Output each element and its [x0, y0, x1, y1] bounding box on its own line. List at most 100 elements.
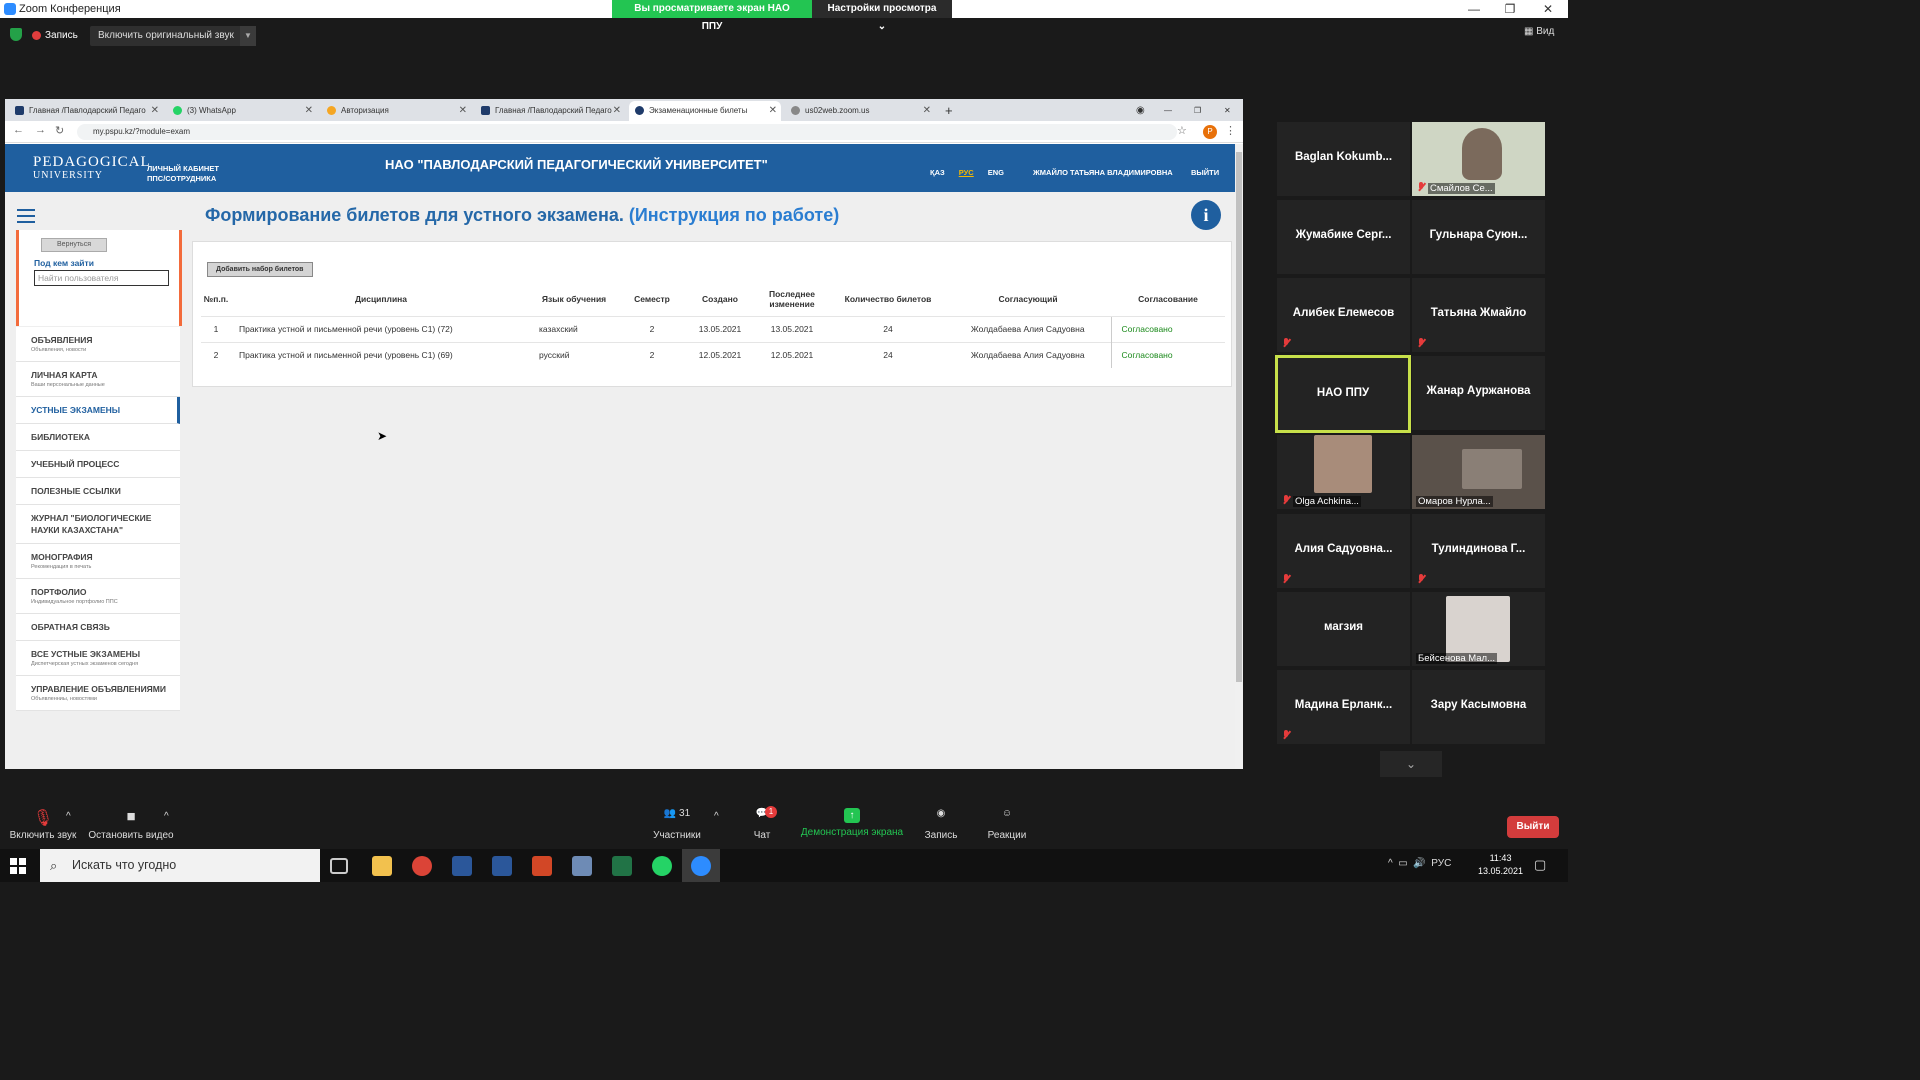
participants-button[interactable]: 👥 31 Участники	[648, 808, 706, 841]
reload-icon[interactable]: ↻	[55, 124, 64, 137]
taskbar-search-input[interactable]: ⌕ Искать что угодно	[40, 849, 320, 882]
audio-options-caret[interactable]: ^	[66, 811, 71, 822]
sidebar-item-journal[interactable]: ЖУРНАЛ "БИОЛОГИЧЕСКИЕ НАУКИ КАЗАХСТАНА"	[16, 505, 180, 544]
participant-tile-video[interactable]: Омаров Нурла...	[1412, 435, 1545, 509]
participant-tile[interactable]: Зару Касымовна	[1412, 670, 1545, 744]
hamburger-menu-icon[interactable]	[17, 209, 35, 223]
powerpoint-icon[interactable]	[532, 856, 552, 876]
tab-close-icon[interactable]: ✕	[613, 101, 621, 121]
table-row[interactable]: 1 Практика устной и письменной речи (уро…	[201, 315, 1225, 342]
participant-tile-video[interactable]: Смайлов Се...	[1412, 122, 1545, 196]
participant-tile-video[interactable]: Olga Achkina...	[1277, 435, 1410, 509]
original-sound-dropdown-icon[interactable]: ▼	[240, 26, 256, 46]
lang-kaz[interactable]: ҚАЗ	[930, 168, 945, 177]
tab-close-icon[interactable]: ✕	[305, 101, 313, 121]
app-icon[interactable]	[452, 856, 472, 876]
tab-search-icon[interactable]: ◉	[1133, 101, 1151, 121]
sidebar-item-portfolio[interactable]: ПОРТФОЛИО Индивидуальное портфолио ППС	[16, 579, 180, 614]
minimize-icon[interactable]: —	[1460, 0, 1488, 18]
logout-link[interactable]: ВЫЙТИ	[1191, 168, 1219, 177]
back-button[interactable]: Вернуться	[41, 238, 107, 252]
view-settings-button[interactable]: Настройки просмотра ⌄	[812, 0, 952, 32]
reactions-button[interactable]: ☺ Реакции	[984, 808, 1030, 841]
browser-tab[interactable]: Авторизация ✕	[321, 101, 471, 121]
tab-close-icon[interactable]: ✕	[923, 101, 931, 121]
tab-close-icon[interactable]: ✕	[459, 101, 467, 121]
windows-start-icon[interactable]	[10, 858, 26, 874]
sidebar-item-announcements[interactable]: ОБЪЯВЛЕНИЯ Объявления, новости	[16, 327, 180, 362]
volume-icon[interactable]: 🔊	[1413, 858, 1425, 869]
sidebar-item-feedback[interactable]: ОБРАТНАЯ СВЯЗЬ	[16, 614, 180, 641]
url-field[interactable]: my.pspu.kz/?module=exam	[77, 124, 1177, 140]
taskbar-clock[interactable]: 11:43 13.05.2021	[1478, 852, 1523, 878]
participant-tile[interactable]: Татьяна Жмайло	[1412, 278, 1545, 352]
participant-tile[interactable]: Гульнара Суюн...	[1412, 200, 1545, 274]
participant-tile[interactable]: Baglan Kokumb...	[1277, 122, 1410, 196]
instruction-link[interactable]: (Инструкция по работе)	[629, 205, 839, 225]
participants-options-caret[interactable]: ^	[714, 811, 719, 822]
university-logo[interactable]: PEDAGOGICAL UNIVERSITY	[33, 154, 151, 181]
tab-close-icon[interactable]: ✕	[151, 101, 159, 121]
browser-close-icon[interactable]: ✕	[1221, 101, 1239, 121]
whatsapp-icon[interactable]	[652, 856, 672, 876]
participant-tile[interactable]: Тулиндинова Г...	[1412, 514, 1545, 588]
browser-maximize-icon[interactable]: ❐	[1191, 101, 1209, 121]
participant-tile[interactable]: Жанар Ауржанова	[1412, 356, 1545, 430]
input-language[interactable]: РУС	[1431, 858, 1451, 869]
back-arrow-icon[interactable]: ←	[13, 124, 24, 136]
page-scrollbar[interactable]	[1235, 144, 1243, 769]
tray-chevron-icon[interactable]: ^	[1388, 858, 1393, 869]
video-options-caret[interactable]: ^	[164, 811, 169, 822]
info-icon[interactable]: i	[1191, 200, 1221, 230]
browser-tab[interactable]: Главная /Павлодарский Педаго ✕	[475, 101, 625, 121]
table-row[interactable]: 2 Практика устной и письменной речи (уро…	[201, 341, 1225, 368]
original-sound-button[interactable]: Включить оригинальный звук	[90, 26, 242, 46]
chrome-icon[interactable]	[412, 856, 432, 876]
find-user-input[interactable]: Найти пользователя	[34, 270, 169, 286]
participant-tile-active-speaker[interactable]: НАО ППУ	[1275, 355, 1411, 433]
participant-tile-video[interactable]: Бейсенова Мал...	[1412, 592, 1545, 666]
browser-tab[interactable]: us02web.zoom.us ✕	[785, 101, 935, 121]
bookmark-star-icon[interactable]: ☆	[1177, 124, 1187, 137]
leave-button[interactable]: Выйти	[1507, 816, 1559, 838]
scrollbar-thumb[interactable]	[1236, 152, 1242, 682]
record-button[interactable]: ◉ Запись	[922, 808, 960, 841]
participant-tile[interactable]: Мадина Ерланк...	[1277, 670, 1410, 744]
participant-tile[interactable]: Алия Садуовна...	[1277, 514, 1410, 588]
sidebar-item-oral-exams[interactable]: УСТНЫЕ ЭКЗАМЕНЫ	[16, 397, 180, 424]
sidebar-item-study-process[interactable]: УЧЕБНЫЙ ПРОЦЕСС	[16, 451, 180, 478]
tab-close-icon[interactable]: ✕	[769, 101, 777, 121]
share-screen-button[interactable]: ↑ Демонстрация экрана	[800, 808, 904, 838]
close-icon[interactable]: ✕	[1534, 0, 1562, 18]
view-button[interactable]: ▦ Вид	[1524, 26, 1554, 37]
sidebar-item-library[interactable]: БИБЛИОТЕКА	[16, 424, 180, 451]
word-icon[interactable]	[492, 856, 512, 876]
browser-menu-icon[interactable]: ⋮	[1225, 124, 1236, 137]
task-view-icon[interactable]	[330, 858, 348, 874]
gallery-next-page-button[interactable]: ⌄	[1380, 751, 1442, 777]
lang-rus[interactable]: РУС	[959, 168, 974, 177]
maximize-icon[interactable]: ❐	[1496, 0, 1524, 18]
participant-tile[interactable]: магзия	[1277, 592, 1410, 666]
profile-avatar[interactable]: P	[1203, 125, 1217, 139]
app-icon[interactable]	[572, 856, 592, 876]
security-shield-icon[interactable]	[10, 28, 22, 41]
sidebar-item-personal-card[interactable]: ЛИЧНАЯ КАРТА Ваши персональные данные	[16, 362, 180, 397]
chat-button[interactable]: 💬 1 Чат	[746, 806, 778, 841]
browser-minimize-icon[interactable]: —	[1161, 101, 1179, 121]
user-name-link[interactable]: ЖМАЙЛО ТАТЬЯНА ВЛАДИМИРОВНА	[1033, 168, 1173, 177]
browser-tab[interactable]: (3) WhatsApp ✕	[167, 101, 317, 121]
sidebar-item-all-oral-exams[interactable]: ВСЕ УСТНЫЕ ЭКЗАМЕНЫ Диспетчерская устных …	[16, 641, 180, 676]
file-explorer-icon[interactable]	[372, 856, 392, 876]
network-icon[interactable]: ▭	[1398, 858, 1407, 869]
browser-tab[interactable]: Главная /Павлодарский Педаго ✕	[9, 101, 163, 121]
browser-tab-active[interactable]: Экзаменационные билеты ✕	[629, 101, 781, 121]
notifications-icon[interactable]: ▢	[1534, 857, 1546, 873]
excel-icon[interactable]	[612, 856, 632, 876]
forward-arrow-icon[interactable]: →	[35, 124, 46, 136]
sidebar-item-useful-links[interactable]: ПОЛЕЗНЫЕ ССЫЛКИ	[16, 478, 180, 505]
add-ticket-set-button[interactable]: Добавить набор билетов	[207, 262, 313, 277]
new-tab-icon[interactable]: +	[941, 101, 961, 121]
participant-tile[interactable]: Жумабике Серг...	[1277, 200, 1410, 274]
zoom-taskbar-button[interactable]	[682, 849, 720, 882]
